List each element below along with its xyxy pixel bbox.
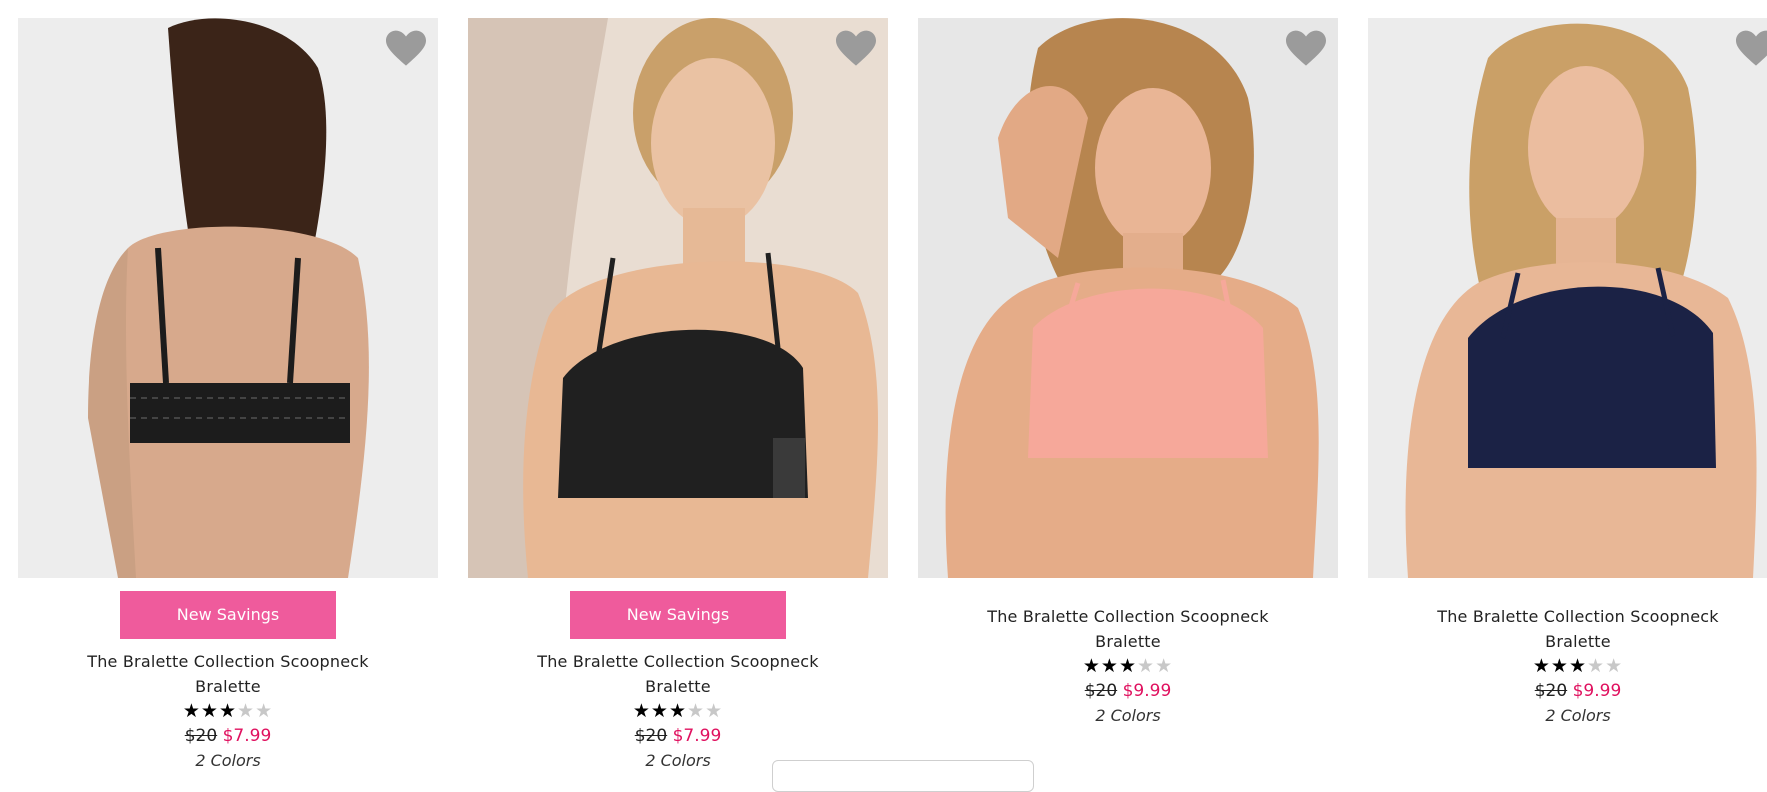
star-empty-icon: ★ xyxy=(1137,655,1156,677)
star-filled-icon: ★ xyxy=(1118,655,1138,677)
popup-panel[interactable] xyxy=(772,760,1034,792)
product-name-line1[interactable]: The Bralette Collection Scoopneck xyxy=(537,652,819,671)
wishlist-button[interactable] xyxy=(1286,30,1326,68)
product-name-line2[interactable]: Bralette xyxy=(1095,632,1161,651)
product-name-line1[interactable]: The Bralette Collection Scoopneck xyxy=(987,607,1269,626)
star-filled-icon: ★ xyxy=(1082,655,1101,677)
product-name-line2[interactable]: Bralette xyxy=(645,677,711,696)
star-empty-icon: ★ xyxy=(687,700,706,722)
product-info: New Savings The Bralette Collection Scoo… xyxy=(468,578,888,773)
product-name[interactable]: The Bralette Collection Scoopneck Bralet… xyxy=(518,649,838,699)
sale-price: $9.99 xyxy=(1122,681,1172,701)
product-image[interactable] xyxy=(18,18,438,578)
product-card[interactable]: The Bralette Collection Scoopneck Bralet… xyxy=(1368,18,1767,779)
product-image[interactable] xyxy=(468,18,888,578)
product-card[interactable]: New Savings The Bralette Collection Scoo… xyxy=(468,18,888,779)
new-savings-badge[interactable]: New Savings xyxy=(570,591,786,639)
original-price: $20 xyxy=(184,726,218,746)
wishlist-button[interactable] xyxy=(1736,30,1767,68)
heart-icon xyxy=(1286,30,1326,66)
product-image[interactable] xyxy=(1368,18,1767,578)
sale-price: $9.99 xyxy=(1572,681,1622,701)
rating-stars: ★★★★★ xyxy=(18,700,438,722)
product-name-line2[interactable]: Bralette xyxy=(1545,632,1611,651)
rating-stars: ★★★★★ xyxy=(1368,655,1767,677)
star-filled-icon: ★ xyxy=(1532,655,1551,677)
heart-icon xyxy=(1736,30,1767,66)
star-empty-icon: ★ xyxy=(237,700,256,722)
star-empty-icon: ★ xyxy=(1587,655,1606,677)
star-empty-icon: ★ xyxy=(255,700,274,722)
heart-icon xyxy=(386,30,426,66)
product-name[interactable]: The Bralette Collection Scoopneck Bralet… xyxy=(1418,604,1738,654)
new-savings-badge[interactable]: New Savings xyxy=(120,591,336,639)
product-name-line2[interactable]: Bralette xyxy=(195,677,261,696)
wishlist-button[interactable] xyxy=(836,30,876,68)
star-filled-icon: ★ xyxy=(632,700,651,722)
product-info: The Bralette Collection Scoopneck Bralet… xyxy=(918,578,1338,728)
product-name[interactable]: The Bralette Collection Scoopneck Bralet… xyxy=(68,649,388,699)
rating-stars: ★★★★★ xyxy=(468,700,888,722)
price: $20 $7.99 xyxy=(18,723,438,749)
star-filled-icon: ★ xyxy=(218,700,238,722)
price: $20 $9.99 xyxy=(1368,678,1767,704)
product-info: New Savings The Bralette Collection Scoo… xyxy=(18,578,438,773)
product-image[interactable] xyxy=(918,18,1338,578)
product-name-line1[interactable]: The Bralette Collection Scoopneck xyxy=(1437,607,1719,626)
rating-stars: ★★★★★ xyxy=(918,655,1338,677)
star-empty-icon: ★ xyxy=(705,700,724,722)
model-illustration xyxy=(918,18,1338,578)
star-filled-icon: ★ xyxy=(182,700,201,722)
model-illustration xyxy=(1368,18,1767,578)
star-filled-icon: ★ xyxy=(1550,655,1569,677)
model-illustration xyxy=(18,18,438,578)
heart-icon xyxy=(836,30,876,66)
star-empty-icon: ★ xyxy=(1605,655,1624,677)
star-filled-icon: ★ xyxy=(650,700,669,722)
price: $20 $7.99 xyxy=(468,723,888,749)
original-price: $20 xyxy=(634,726,668,746)
product-grid: New Savings The Bralette Collection Scoo… xyxy=(0,0,1767,779)
color-count[interactable]: 2 Colors xyxy=(918,704,1338,728)
color-count[interactable]: 2 Colors xyxy=(18,749,438,773)
badge-spacer xyxy=(918,578,1338,594)
star-filled-icon: ★ xyxy=(1568,655,1588,677)
badge-spacer xyxy=(1368,578,1767,594)
price: $20 $9.99 xyxy=(918,678,1338,704)
color-count[interactable]: 2 Colors xyxy=(1368,704,1767,728)
star-filled-icon: ★ xyxy=(200,700,219,722)
product-name-line1[interactable]: The Bralette Collection Scoopneck xyxy=(87,652,369,671)
product-card[interactable]: The Bralette Collection Scoopneck Bralet… xyxy=(918,18,1338,779)
sale-price: $7.99 xyxy=(222,726,272,746)
original-price: $20 xyxy=(1084,681,1118,701)
star-empty-icon: ★ xyxy=(1155,655,1174,677)
model-illustration xyxy=(468,18,888,578)
star-filled-icon: ★ xyxy=(668,700,688,722)
product-info: The Bralette Collection Scoopneck Bralet… xyxy=(1368,578,1767,728)
product-card[interactable]: New Savings The Bralette Collection Scoo… xyxy=(18,18,438,779)
original-price: $20 xyxy=(1534,681,1568,701)
star-filled-icon: ★ xyxy=(1100,655,1119,677)
wishlist-button[interactable] xyxy=(386,30,426,68)
sale-price: $7.99 xyxy=(672,726,722,746)
product-name[interactable]: The Bralette Collection Scoopneck Bralet… xyxy=(968,604,1288,654)
